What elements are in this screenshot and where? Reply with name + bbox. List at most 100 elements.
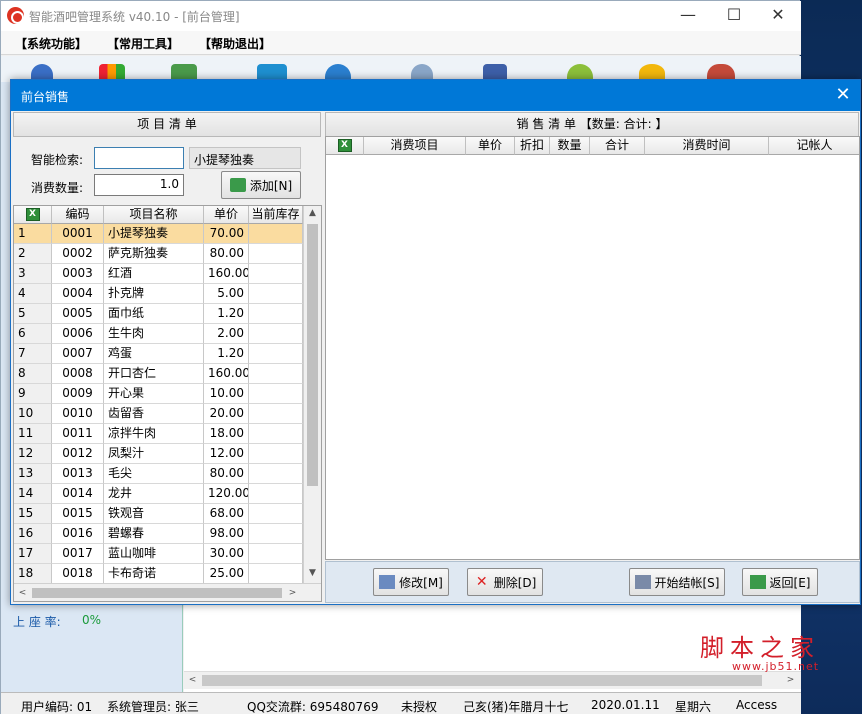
cell-stock (249, 464, 303, 484)
table-row[interactable]: 5 0005 面巾纸 1.20 (14, 304, 303, 324)
menu-common-tools[interactable]: 【常用工具】 (107, 35, 179, 52)
cell-code: 0011 (52, 424, 104, 444)
table-row[interactable]: 3 0003 红酒 160.00 (14, 264, 303, 284)
search-result-display: 小提琴独奏 (189, 147, 301, 169)
edit-icon (379, 575, 396, 589)
table-row[interactable]: 16 0016 碧螺春 98.00 (14, 524, 303, 544)
col-header-stock[interactable]: 当前库存 (249, 206, 303, 224)
cell-price: 80.00 (204, 244, 249, 264)
delete-button[interactable]: ✕ 删除[D] (467, 568, 543, 596)
table-row[interactable]: 14 0014 龙井 120.00 (14, 484, 303, 504)
col-header-item[interactable]: 消费项目 (364, 137, 466, 155)
sales-action-bar: 修改[M] ✕ 删除[D] 开始结帐[S] 返回[E] (325, 561, 860, 603)
row-number: 4 (14, 284, 52, 304)
cell-code: 0002 (52, 244, 104, 264)
status-bar: 用户编码: 01 系统管理员: 张三 QQ交流群: 695480769 未授权 … (1, 692, 801, 714)
col-header-price[interactable]: 单价 (204, 206, 249, 224)
cell-stock (249, 284, 303, 304)
sales-export-excel-icon[interactable]: X (326, 137, 364, 155)
row-number: 18 (14, 564, 52, 584)
cell-stock (249, 424, 303, 444)
dialog-close-button[interactable]: ✕ (832, 84, 854, 106)
items-vertical-scrollbar[interactable]: ▲ ▼ (303, 206, 321, 583)
scroll-thumb[interactable] (202, 675, 762, 686)
status-database: Access (736, 698, 778, 712)
table-row[interactable]: 12 0012 凤梨汁 12.00 (14, 444, 303, 464)
exit-door-icon (749, 575, 766, 589)
row-number: 2 (14, 244, 52, 264)
close-window-button[interactable]: ✕ (755, 1, 801, 31)
col-header-unit-price[interactable]: 单价 (466, 137, 515, 155)
table-row[interactable]: 4 0004 扑克牌 5.00 (14, 284, 303, 304)
items-hscroll-thumb[interactable] (32, 588, 282, 598)
add-icon (229, 178, 246, 192)
row-number: 13 (14, 464, 52, 484)
table-row[interactable]: 8 0008 开口杏仁 160.00 (14, 364, 303, 384)
minimize-button[interactable]: — (665, 1, 711, 31)
table-row[interactable]: 11 0011 凉拌牛肉 18.00 (14, 424, 303, 444)
menu-help-exit[interactable]: 【帮助退出】 (199, 35, 271, 52)
table-row[interactable]: 13 0013 毛尖 80.00 (14, 464, 303, 484)
items-horizontal-scrollbar[interactable]: < > (14, 583, 321, 601)
cell-price: 12.00 (204, 444, 249, 464)
items-scroll-right-icon[interactable]: > (284, 588, 301, 598)
col-header-time[interactable]: 消费时间 (645, 137, 769, 155)
col-header-total[interactable]: 合计 (590, 137, 645, 155)
table-row[interactable]: 9 0009 开心果 10.00 (14, 384, 303, 404)
table-row[interactable]: 6 0006 生牛肉 2.00 (14, 324, 303, 344)
col-header-code[interactable]: 编码 (52, 206, 104, 224)
col-header-discount[interactable]: 折扣 (515, 137, 550, 155)
sales-panel-header: 销 售 清 单 【数量: 合计: 】 (325, 112, 859, 137)
row-number: 11 (14, 424, 52, 444)
row-number: 12 (14, 444, 52, 464)
row-number: 1 (14, 224, 52, 244)
main-horizontal-scrollbar[interactable]: < > (184, 671, 801, 689)
status-lunar-date: 己亥(猪)年腊月十七 (463, 700, 569, 714)
search-input[interactable] (94, 147, 184, 169)
watermark-logo: 脚本之家 (700, 634, 820, 662)
table-row[interactable]: 18 0018 卡布奇诺 25.00 (14, 564, 303, 584)
col-header-quantity[interactable]: 数量 (550, 137, 590, 155)
col-header-recorder[interactable]: 记帐人 (769, 137, 859, 155)
checkout-button[interactable]: 开始结帐[S] (629, 568, 725, 596)
main-title-bar: 智能酒吧管理系统 v40.10 - [前台管理] — ☐ ✕ (1, 1, 801, 31)
row-number: 8 (14, 364, 52, 384)
row-number: 17 (14, 544, 52, 564)
cell-code: 0006 (52, 324, 104, 344)
table-row[interactable]: 7 0007 鸡蛋 1.20 (14, 344, 303, 364)
cell-name: 面巾纸 (104, 304, 204, 324)
table-row[interactable]: 2 0002 萨克斯独奏 80.00 (14, 244, 303, 264)
cell-stock (249, 264, 303, 284)
cell-name: 生牛肉 (104, 324, 204, 344)
scroll-up-icon[interactable]: ▲ (304, 208, 321, 218)
items-grid: X 编码 项目名称 单价 当前库存 1 0001 小提琴独奏 70.00 2 0002 萨克… (13, 205, 322, 602)
maximize-button[interactable]: ☐ (711, 1, 757, 31)
table-row[interactable]: 1 0001 小提琴独奏 70.00 (14, 224, 303, 244)
delete-button-label: 删除[D] (493, 575, 537, 590)
scroll-down-icon[interactable]: ▼ (304, 568, 321, 578)
cell-price: 68.00 (204, 504, 249, 524)
menu-bar: 【系统功能】 【常用工具】 【帮助退出】 (1, 31, 801, 55)
items-scroll-left-icon[interactable]: < (14, 588, 31, 598)
cell-name: 铁观音 (104, 504, 204, 524)
row-number: 15 (14, 504, 52, 524)
cell-code: 0001 (52, 224, 104, 244)
quantity-input[interactable]: 1.0 (94, 174, 184, 196)
table-row[interactable]: 10 0010 齿留香 20.00 (14, 404, 303, 424)
cell-code: 0012 (52, 444, 104, 464)
back-button-label: 返回[E] (769, 575, 811, 590)
export-excel-icon[interactable]: X (14, 206, 52, 224)
modify-button[interactable]: 修改[M] (373, 568, 449, 596)
status-weekday: 星期六 (675, 700, 712, 714)
items-scroll-thumb[interactable] (307, 224, 318, 486)
add-button[interactable]: 添加[N] (221, 171, 301, 199)
table-row[interactable]: 17 0017 蓝山咖啡 30.00 (14, 544, 303, 564)
scroll-right-icon[interactable]: > (782, 675, 799, 685)
scroll-left-icon[interactable]: < (184, 675, 201, 685)
col-header-name[interactable]: 项目名称 (104, 206, 204, 224)
cell-price: 160.00 (204, 264, 249, 284)
table-row[interactable]: 15 0015 铁观音 68.00 (14, 504, 303, 524)
modify-button-label: 修改[M] (399, 575, 443, 590)
menu-system-functions[interactable]: 【系统功能】 (15, 35, 87, 52)
back-button[interactable]: 返回[E] (742, 568, 818, 596)
